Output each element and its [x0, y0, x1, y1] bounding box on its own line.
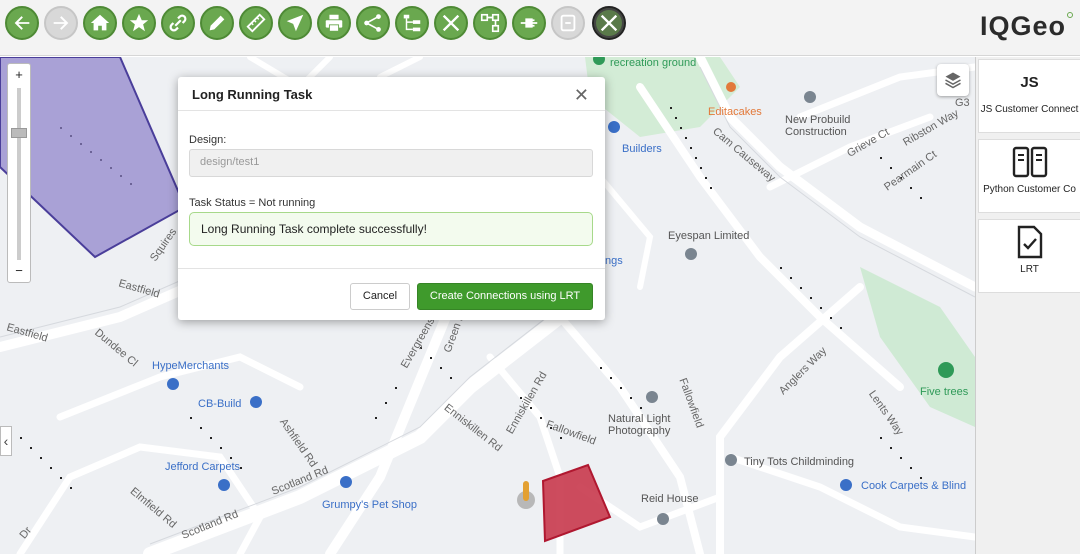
success-message: Long Running Task complete successfully!: [189, 212, 593, 246]
js-customer-connect-card[interactable]: JS JS Customer Connect: [978, 59, 1080, 133]
home-button[interactable]: [83, 6, 117, 40]
network-button[interactable]: [473, 6, 507, 40]
disabled-action-button[interactable]: [551, 6, 585, 40]
tools-button[interactable]: [434, 6, 468, 40]
place-label: recreation ground: [610, 57, 697, 69]
home-icon: [90, 14, 110, 31]
place-label: Natural Light Photography: [608, 413, 671, 437]
close-icon[interactable]: ✕: [574, 85, 589, 106]
place-label: Editacakes: [708, 106, 762, 118]
link-button[interactable]: [161, 6, 195, 40]
edit-button[interactable]: [200, 6, 234, 40]
admin-tools-button[interactable]: [592, 6, 626, 40]
logo-dot: [1067, 12, 1073, 18]
pencil-icon: [209, 15, 225, 31]
connect-button[interactable]: [512, 6, 546, 40]
layers-button[interactable]: [937, 64, 969, 96]
layers-icon: [945, 72, 961, 89]
share-icon: [364, 14, 381, 32]
design-field: design/test1: [189, 149, 593, 177]
right-panel: JS JS Customer Connect Python Customer C…: [975, 57, 1080, 554]
cancel-button[interactable]: Cancel: [350, 283, 410, 310]
main-toolbar: IQGeo: [0, 0, 1080, 56]
ruler-icon: [246, 13, 266, 33]
place-label: ngs: [605, 255, 623, 267]
place-label: Grumpy's Pet Shop: [322, 499, 418, 511]
place-label: Builders: [622, 143, 662, 155]
tools-icon: [442, 14, 460, 32]
card-label: Python Customer Co: [983, 184, 1076, 195]
zoom-slider-handle[interactable]: [11, 128, 27, 138]
zoom-out-button[interactable]: −: [8, 261, 30, 281]
document-check-icon: [1016, 220, 1044, 264]
place-label: Eyespan Limited: [668, 230, 750, 242]
navigate-arrow-icon: [286, 14, 304, 32]
place-label: New Probuild Construction: [785, 114, 851, 138]
python-customer-connect-card[interactable]: Python Customer Co: [978, 139, 1080, 213]
print-button[interactable]: [317, 6, 351, 40]
place-label: Jefford Carpets: [165, 461, 241, 473]
design-label: Design:: [189, 134, 227, 146]
place-label: CB-Build: [198, 398, 242, 410]
hierarchy-button[interactable]: [395, 6, 429, 40]
link-icon: [169, 14, 187, 32]
zoom-control: + −: [7, 63, 31, 283]
forward-icon: [53, 16, 69, 30]
plug-icon: [520, 18, 538, 28]
disabled-action-icon: [560, 14, 576, 32]
logo-text: IQGeo: [979, 11, 1066, 41]
street-label: G3: [955, 97, 970, 109]
place-label: Reid House: [641, 493, 699, 505]
create-connections-button[interactable]: Create Connections using LRT: [417, 283, 593, 310]
iqgeo-logo: IQGeo: [979, 11, 1073, 42]
long-running-task-dialog: Long Running Task ✕ Design: design/test1…: [178, 77, 605, 320]
back-icon: [14, 16, 30, 30]
columns-icon: [1012, 140, 1048, 184]
lrt-card[interactable]: LRT: [978, 219, 1080, 293]
forward-button[interactable]: [44, 6, 78, 40]
network-icon: [480, 13, 500, 33]
place-label: Five trees: [920, 386, 969, 398]
js-icon: JS: [1020, 73, 1039, 91]
place-label: HypeMerchants: [152, 360, 230, 372]
dialog-footer: Cancel Create Connections using LRT: [178, 268, 605, 320]
back-button[interactable]: [5, 6, 39, 40]
card-label: JS Customer Connect: [980, 104, 1079, 115]
navigate-button[interactable]: [278, 6, 312, 40]
task-status-label: Task Status = Not running: [189, 197, 316, 209]
bookmark-button[interactable]: [122, 6, 156, 40]
admin-tools-icon: [600, 14, 618, 32]
hierarchy-icon: [403, 14, 421, 32]
star-icon: [129, 13, 149, 32]
dialog-title: Long Running Task: [178, 77, 605, 111]
print-icon: [325, 14, 343, 32]
place-label: Cook Carpets & Blind: [861, 480, 967, 492]
card-label: LRT: [1020, 264, 1039, 275]
zoom-in-button[interactable]: +: [8, 65, 30, 85]
measure-button[interactable]: [239, 6, 273, 40]
expand-panel-button[interactable]: ‹: [0, 426, 12, 456]
place-label: Tiny Tots Childminding: [744, 456, 855, 468]
zoom-track[interactable]: [17, 88, 21, 260]
share-button[interactable]: [356, 6, 390, 40]
